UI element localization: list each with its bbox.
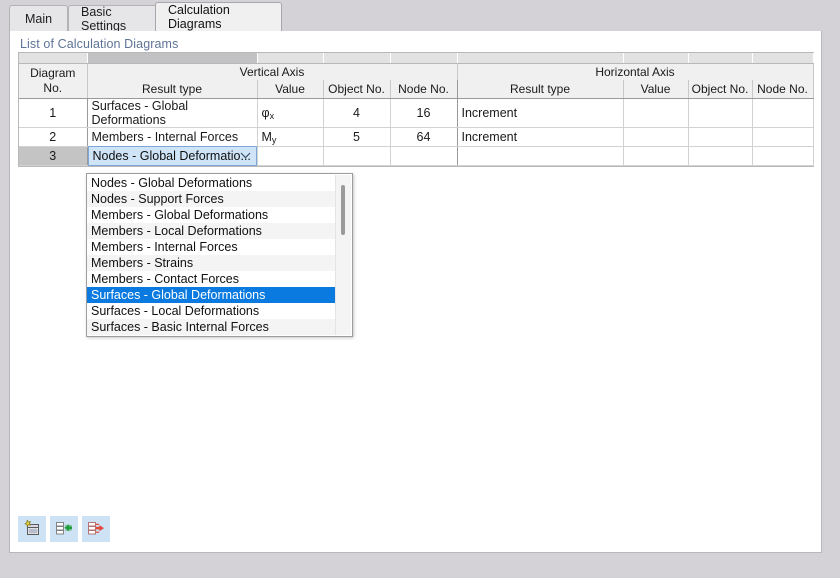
column-selector-strip[interactable]	[19, 53, 814, 64]
cell-v-value-subscript: x	[269, 110, 275, 121]
calculation-diagrams-table: Diagram No. Vertical Axis Horizontal Axi…	[18, 52, 814, 167]
col-select-v-result-type[interactable]	[87, 53, 258, 64]
header-v-result-type[interactable]: Result type	[87, 80, 258, 99]
cell-h-node-no[interactable]	[752, 146, 814, 166]
cell-h-result-type[interactable]	[457, 146, 624, 166]
row-diagram-no[interactable]: 1	[19, 98, 88, 128]
dropdown-item[interactable]: Members - Local Deformations	[87, 223, 336, 239]
header-h-result-type[interactable]: Result type	[457, 80, 624, 99]
export-arrow-icon	[87, 519, 105, 540]
tab-calculation-diagrams[interactable]: Calculation Diagrams	[155, 2, 282, 31]
cell-h-object-no[interactable]	[688, 127, 753, 147]
cell-v-value-base: φ	[261, 105, 270, 120]
header-group-vertical-axis: Vertical Axis	[87, 63, 458, 80]
cell-v-node-no[interactable]: 16	[390, 98, 458, 128]
col-select-diagram-no[interactable]	[19, 53, 88, 64]
cell-h-value[interactable]	[623, 98, 689, 128]
col-select-h-object-no[interactable]	[688, 53, 753, 64]
tab-basic-settings-label: Basic Settings	[81, 4, 127, 33]
col-select-h-result-type[interactable]	[457, 53, 624, 64]
cell-v-value[interactable]	[257, 146, 324, 166]
header-diagram-no-line2: No.	[43, 80, 63, 95]
dropdown-item[interactable]: Members - Strains	[87, 255, 336, 271]
table-group-header-row: Diagram No. Vertical Axis Horizontal Axi…	[19, 63, 814, 99]
cell-v-result-type[interactable]: Members - Internal Forces	[87, 127, 258, 147]
dropdown-scrollbar[interactable]	[335, 175, 351, 335]
cell-v-object-no[interactable]	[323, 146, 391, 166]
cell-h-object-no[interactable]	[688, 146, 753, 166]
col-select-h-node-no[interactable]	[752, 53, 814, 64]
dropdown-item[interactable]: Nodes - Global Deformations	[87, 175, 336, 191]
cell-v-value-base: M	[261, 129, 272, 144]
result-type-dropdown-list[interactable]: Nodes - Global Deformations Nodes - Supp…	[86, 173, 353, 337]
tab-main-label: Main	[24, 11, 53, 26]
tab-main[interactable]: Main	[9, 5, 68, 31]
result-type-combobox[interactable]: Nodes - Global Deformatio...	[87, 145, 257, 166]
import-diagram-button[interactable]	[50, 516, 78, 542]
dropdown-item[interactable]: Members - Internal Forces	[87, 239, 336, 255]
cell-h-result-type[interactable]: Increment	[457, 127, 624, 147]
header-v-value[interactable]: Value	[257, 80, 324, 99]
cell-h-value[interactable]	[623, 127, 689, 147]
cell-v-node-no[interactable]: 64	[390, 127, 458, 147]
dropdown-item[interactable]: Members - Global Deformations	[87, 207, 336, 223]
cell-v-result-type[interactable]: Nodes - Global Deformatio...	[87, 145, 258, 166]
table-header-row: Result type Value Object No. Node No. Re…	[19, 80, 814, 99]
new-diagram-button[interactable]	[18, 516, 46, 542]
col-select-v-object-no[interactable]	[323, 53, 391, 64]
cell-v-object-no[interactable]: 5	[323, 127, 391, 147]
table-row[interactable]: 2 Members - Internal Forces My 5 64 Incr…	[19, 127, 814, 147]
cell-v-value[interactable]: φx	[257, 98, 324, 128]
header-h-node-no[interactable]: Node No.	[752, 80, 814, 99]
cell-v-node-no[interactable]	[390, 146, 458, 166]
header-diagram-no: Diagram No.	[19, 63, 88, 99]
dropdown-item-selected[interactable]: Surfaces - Global Deformations	[87, 287, 336, 303]
table-row[interactable]: 1 Surfaces - Global Deformations φx 4 16…	[19, 98, 814, 128]
cell-h-object-no[interactable]	[688, 98, 753, 128]
header-h-value[interactable]: Value	[623, 80, 689, 99]
cell-h-value[interactable]	[623, 146, 689, 166]
row-diagram-no[interactable]: 3	[19, 146, 88, 166]
cell-v-object-no[interactable]: 4	[323, 98, 391, 128]
cell-v-value[interactable]: My	[257, 127, 324, 147]
cell-h-result-type[interactable]: Increment	[457, 98, 624, 128]
header-v-object-no[interactable]: Object No.	[323, 80, 391, 99]
tab-basic-settings[interactable]: Basic Settings	[68, 4, 158, 33]
table-toolbar	[18, 516, 110, 542]
cell-v-value-subscript: y	[271, 134, 277, 145]
dropdown-item[interactable]: Surfaces - Local Deformations	[87, 303, 336, 319]
header-v-node-no[interactable]: Node No.	[390, 80, 458, 99]
result-type-combobox-value: Nodes - Global Deformatio...	[92, 148, 251, 163]
cell-h-node-no[interactable]	[752, 98, 814, 128]
col-select-v-value[interactable]	[257, 53, 324, 64]
cell-h-node-no[interactable]	[752, 127, 814, 147]
dropdown-items: Nodes - Global Deformations Nodes - Supp…	[87, 174, 352, 336]
col-select-v-node-no[interactable]	[390, 53, 458, 64]
dropdown-item[interactable]: Nodes - Support Forces	[87, 191, 336, 207]
import-arrow-icon	[55, 519, 73, 540]
tab-strip: Main Basic Settings Calculation Diagrams	[0, 0, 840, 33]
header-group-horizontal-axis: Horizontal Axis	[457, 63, 814, 80]
dropdown-scrollbar-thumb[interactable]	[341, 185, 345, 235]
cell-v-result-type[interactable]: Surfaces - Global Deformations	[87, 98, 258, 128]
header-diagram-no-line1: Diagram	[30, 65, 76, 80]
table-row[interactable]: 3 Nodes - Global Deformatio...	[19, 145, 814, 166]
calculation-diagrams-panel: List of Calculation Diagrams Diagram No.…	[9, 31, 822, 553]
header-h-object-no[interactable]: Object No.	[688, 80, 753, 99]
dropdown-item[interactable]: Surfaces - Basic Internal Forces	[87, 319, 336, 335]
export-diagram-button[interactable]	[82, 516, 110, 542]
dropdown-item[interactable]: Members - Contact Forces	[87, 271, 336, 287]
new-document-icon	[23, 519, 41, 540]
tab-calculation-diagrams-label: Calculation Diagrams	[168, 3, 230, 31]
row-diagram-no[interactable]: 2	[19, 127, 88, 147]
col-select-h-value[interactable]	[623, 53, 689, 64]
chevron-down-icon[interactable]	[240, 147, 251, 165]
page-title: List of Calculation Diagrams	[20, 37, 179, 51]
